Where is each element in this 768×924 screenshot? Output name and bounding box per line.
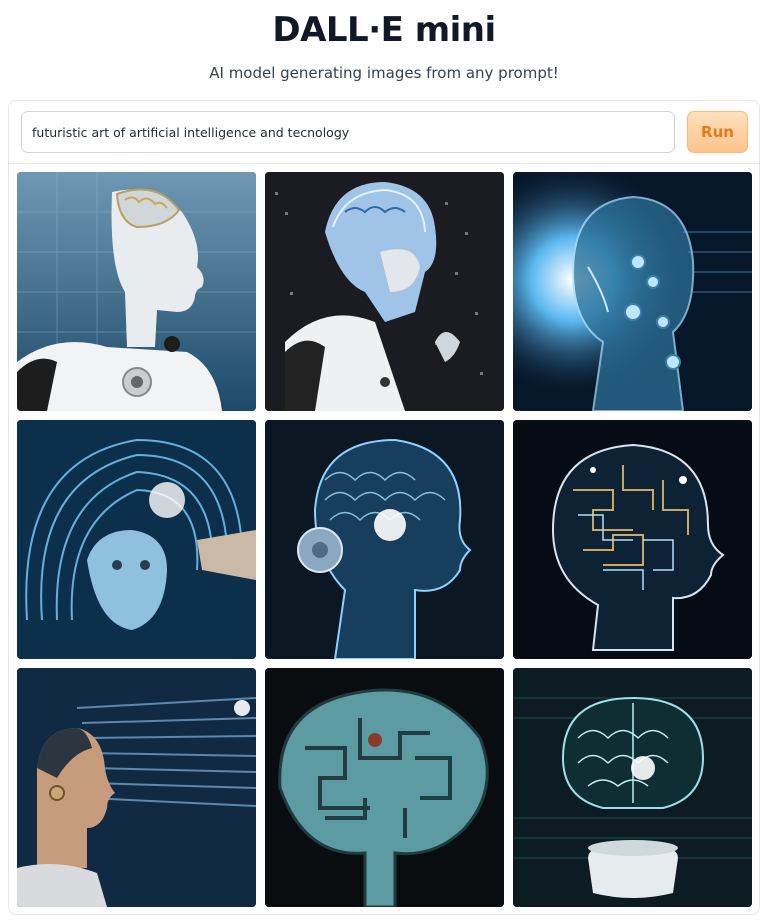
run-button[interactable]: Run [687,111,748,153]
generated-image-1[interactable] [17,172,256,411]
generated-image-7[interactable] [17,668,256,907]
generated-image-9[interactable] [513,668,752,907]
prompt-input[interactable] [21,111,675,153]
generated-image-6[interactable] [513,420,752,659]
generated-image-5[interactable] [265,420,504,659]
prompt-row: Run [9,101,759,164]
page-subtitle: AI model generating images from any prom… [209,64,559,82]
generated-image-4[interactable] [17,420,256,659]
generated-image-3[interactable] [513,172,752,411]
generator-panel: Run [8,100,760,915]
generated-image-8[interactable] [265,668,504,907]
page-title: DALL·E mini [272,10,496,50]
generated-image-2[interactable] [265,172,504,411]
image-gallery [17,172,753,908]
